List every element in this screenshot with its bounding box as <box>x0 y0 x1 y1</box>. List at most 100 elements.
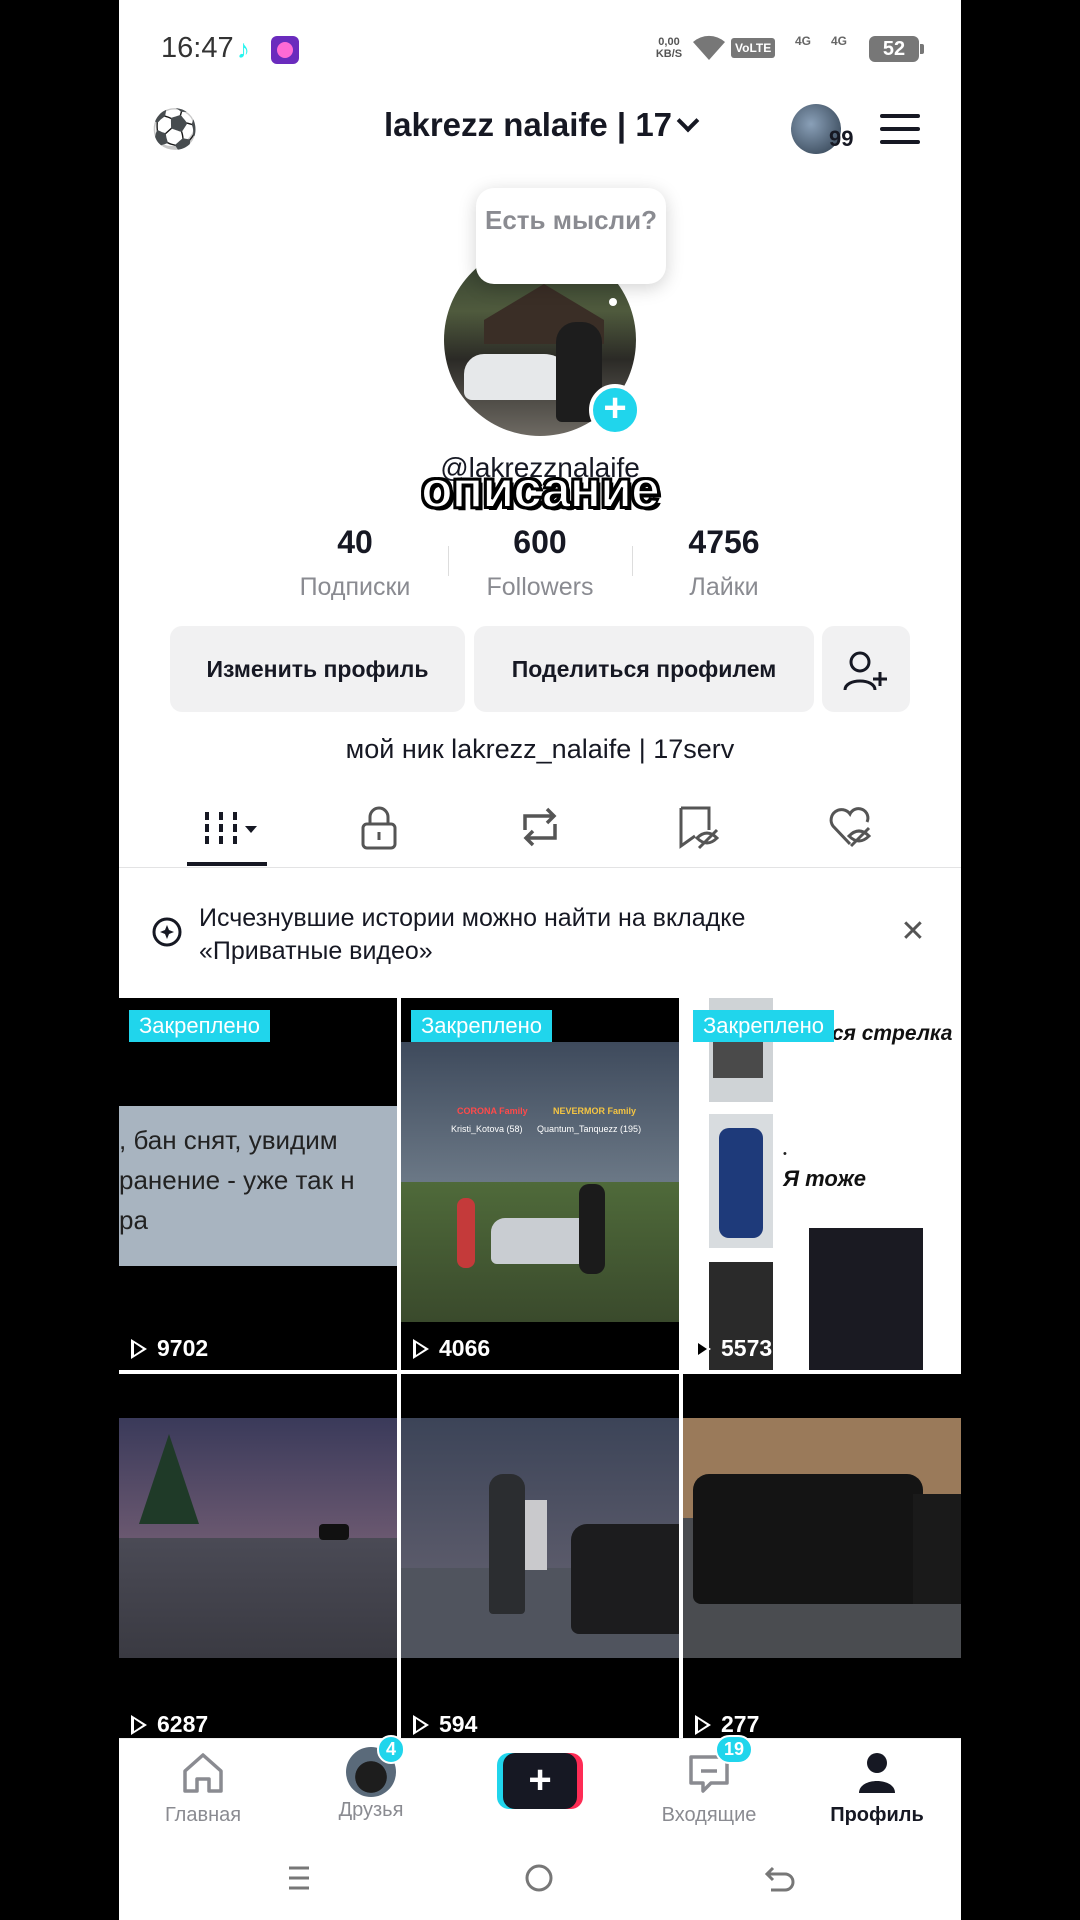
view-count-value: 6287 <box>157 1711 209 1737</box>
add-story-plus-icon[interactable]: + <box>589 384 641 436</box>
view-count-value: 4066 <box>439 1335 491 1361</box>
status-time: 16:47 <box>161 32 234 64</box>
profile-tabs <box>119 790 961 868</box>
video-caption-line: ра <box>119 1205 148 1235</box>
username: lakrezz nalaife | 17 <box>383 106 673 143</box>
status-bar: 16:47 ♪ 0,00 KB/S VoLTE 4G 4G 52 <box>119 0 961 98</box>
volte-badge: VoLTE <box>731 38 776 58</box>
stat-divider <box>632 546 633 576</box>
bubble-tail-dot <box>609 298 617 306</box>
nav-profile-label: Профиль <box>830 1804 924 1826</box>
player-tag: Kristi_Kotova (58) <box>451 1124 523 1134</box>
share-profile-button[interactable]: Поделиться профилем <box>474 626 814 712</box>
system-navigation <box>119 1838 961 1920</box>
play-icon <box>413 1715 429 1735</box>
plus-icon: + <box>503 1753 577 1809</box>
nav-inbox[interactable]: Входящие <box>649 1751 769 1827</box>
friends-avatar-count: 99 <box>829 126 854 151</box>
active-tab-indicator <box>187 862 267 866</box>
phone-screen: 16:47 ♪ 0,00 KB/S VoLTE 4G 4G 52 ⚽ lakre… <box>119 0 961 1920</box>
pinned-badge: Закреплено <box>693 1010 834 1042</box>
video-thumbnail[interactable]: CORONA Family NEVERMOR Family Kristi_Kot… <box>401 998 679 1370</box>
banner-text: Исчезнувшие истории можно найти на вклад… <box>199 904 746 965</box>
create-button[interactable]: + <box>497 1753 583 1809</box>
nav-profile[interactable]: Профиль <box>817 1751 937 1827</box>
close-icon[interactable]: ✕ <box>899 917 927 947</box>
edit-profile-button[interactable]: Изменить профиль <box>170 626 465 712</box>
hamburger-menu-icon[interactable] <box>880 114 920 144</box>
stat-followers[interactable]: 600 Followers <box>450 524 630 602</box>
nav-friends[interactable]: Друзья <box>311 1747 431 1822</box>
story-icon <box>152 917 182 947</box>
stat-likes[interactable]: 4756 Лайки <box>634 524 814 602</box>
player-tag: CORONA Family <box>457 1106 528 1116</box>
video-caption-line: ранение - уже так н <box>119 1165 355 1195</box>
back-icon[interactable] <box>759 1858 799 1898</box>
video-thumbnail[interactable]: • и вся стрелка Я тоже Закреплено 5573 <box>683 998 961 1370</box>
thoughts-bubble-text: Есть мысли? <box>484 205 658 235</box>
soccer-ball-icon[interactable]: ⚽ <box>151 108 198 152</box>
play-icon <box>131 1339 147 1359</box>
player-tag: NEVERMOR Family <box>553 1106 637 1116</box>
stat-divider <box>448 546 449 576</box>
tab-favorites[interactable] <box>675 804 735 854</box>
nav-home-label: Главная <box>164 1804 242 1826</box>
view-count: 4066 <box>413 1335 490 1362</box>
view-count-value: 5573 <box>721 1335 773 1361</box>
stat-likes-label: Лайки <box>689 573 759 601</box>
play-icon <box>695 1715 711 1735</box>
inbox-badge: 19 <box>715 1735 754 1764</box>
add-friend-icon <box>843 651 887 691</box>
video-thumbnail[interactable]: , бан снят, увидим ранение - уже так н р… <box>119 998 397 1370</box>
pinned-badge: Закреплено <box>411 1010 552 1042</box>
thoughts-bubble[interactable]: Есть мысли? <box>476 188 666 284</box>
hidden-bookmark-icon <box>679 806 720 850</box>
video-grid: , бан снят, увидим ранение - уже так н р… <box>119 998 961 1746</box>
nav-home[interactable]: Главная <box>143 1751 263 1827</box>
tab-private[interactable] <box>359 804 419 854</box>
network-speed-unit: KB/S <box>655 48 683 60</box>
view-count: 5573 <box>695 1335 772 1362</box>
stories-info-banner: Исчезнувшие истории можно найти на вклад… <box>119 880 961 998</box>
view-count: 594 <box>413 1711 477 1738</box>
tab-liked[interactable] <box>827 804 887 854</box>
video-thumbnail[interactable]: 6287 <box>119 1374 397 1746</box>
tiktok-notification-icon: ♪ <box>237 34 250 64</box>
username-switcher[interactable]: lakrezz nalaife | 17 <box>319 106 761 144</box>
app-notification-icon <box>271 36 299 64</box>
hidden-heart-icon <box>829 807 872 848</box>
grid-icon <box>205 812 257 844</box>
recents-icon[interactable] <box>279 1858 319 1898</box>
video-thumbnail[interactable]: 277 <box>683 1374 961 1746</box>
friends-badge: 4 <box>377 1735 406 1764</box>
signal-sim2-icon: 4G <box>831 34 848 48</box>
stat-followers-label: Followers <box>486 573 594 601</box>
video-caption-line: , бан снят, увидим <box>119 1125 338 1155</box>
home-circle-icon[interactable] <box>519 1858 559 1898</box>
add-friend-button[interactable] <box>822 626 910 712</box>
tab-videos[interactable] <box>201 804 271 854</box>
video-thumbnail[interactable]: 594 <box>401 1374 679 1746</box>
signal-sim1-icon: 4G <box>795 34 812 48</box>
stat-followers-value: 600 <box>513 524 567 560</box>
overlay-caption: описание <box>420 460 661 520</box>
view-count: 9702 <box>131 1335 208 1362</box>
view-count-value: 9702 <box>157 1335 209 1361</box>
play-icon <box>413 1339 429 1359</box>
bottom-navigation: Главная Друзья 4 + Входящие 19 Профиль <box>119 1735 961 1838</box>
player-tag: Quantum_Tanquezz (195) <box>537 1124 642 1134</box>
repost-icon <box>523 807 557 847</box>
wifi-icon <box>693 35 725 60</box>
stat-following-value: 40 <box>337 524 373 560</box>
pinned-badge: Закреплено <box>129 1010 270 1042</box>
view-count: 277 <box>695 1711 759 1738</box>
home-icon <box>183 1753 223 1793</box>
tab-reposts[interactable] <box>517 804 577 854</box>
stat-following[interactable]: 40 Подписки <box>265 524 445 602</box>
stat-likes-value: 4756 <box>688 524 760 560</box>
network-speed-value: 0,00 <box>658 36 680 48</box>
play-icon <box>695 1339 711 1359</box>
nav-friends-label: Друзья <box>338 1799 404 1821</box>
network-speed: 0,00 KB/S <box>649 36 689 60</box>
view-count-value: 277 <box>721 1711 760 1737</box>
